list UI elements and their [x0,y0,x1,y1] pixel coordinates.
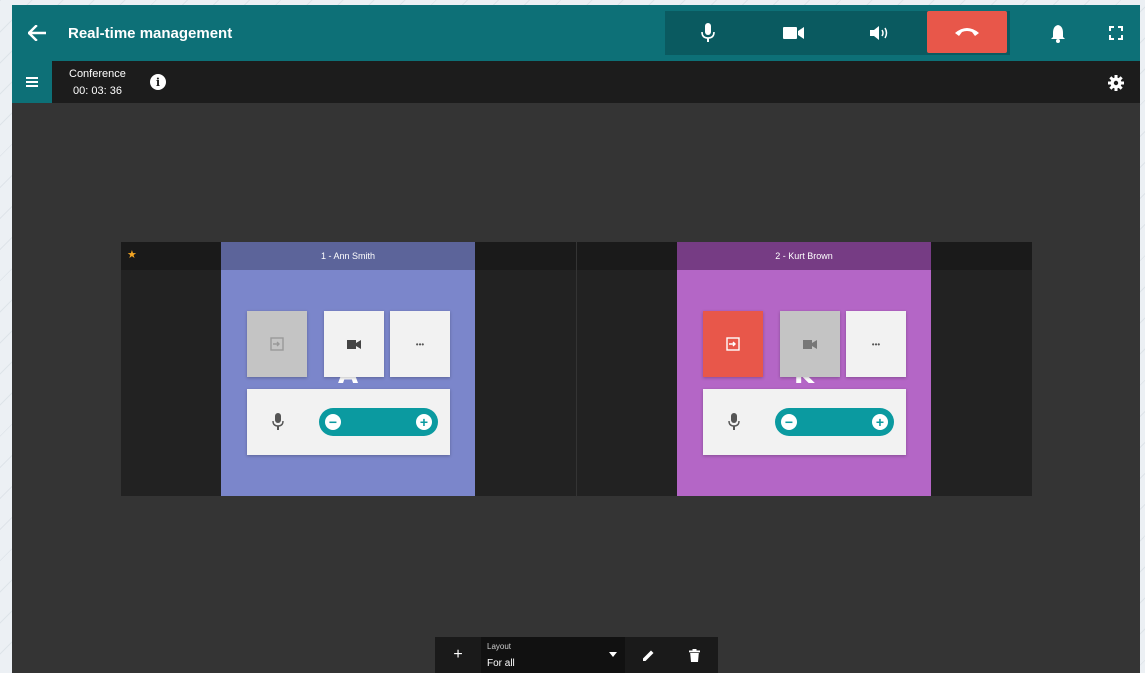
settings-button[interactable] [1107,74,1125,92]
microphone-button[interactable] [665,11,751,55]
trash-icon [689,648,700,662]
gear-icon [1108,75,1124,91]
camera-button[interactable] [751,11,837,55]
speaker-volume-icon [870,26,888,40]
volume-panel: − + [247,389,450,455]
participant-name: 1 - Ann Smith [221,242,475,270]
more-options-button[interactable]: ••• [846,311,906,377]
video-toggle-button[interactable] [324,311,384,377]
participant-video-area[interactable]: 2 - Kurt Brown K ••• [677,242,931,496]
app-window: Real-time management Conference 00: 03: … [12,5,1140,673]
microphone-icon[interactable] [271,413,285,431]
enter-icon [726,337,740,351]
layout-select-value: For all [487,658,515,669]
participant-video-area[interactable]: 1 - Ann Smith A ••• [221,242,475,496]
volume-slider[interactable]: − + [775,408,894,436]
volume-panel: − + [703,389,906,455]
layout-select[interactable]: Layout For all [481,637,625,673]
conference-timer: 00: 03: 36 [73,85,122,97]
more-options-button[interactable]: ••• [390,311,450,377]
speaker-button[interactable] [837,11,923,55]
participant-name: 2 - Kurt Brown [677,242,931,270]
participant-tile: 2 - Kurt Brown K ••• [577,242,1032,496]
delete-layout-button[interactable] [671,637,718,673]
volume-up-button[interactable]: + [872,414,888,430]
enter-icon [270,337,284,351]
list-icon [26,77,38,87]
top-bar: Real-time management [12,5,1140,61]
video-camera-icon [347,339,361,349]
microphone-icon [701,23,715,42]
volume-down-button[interactable]: − [325,414,341,430]
info-icon[interactable]: i [150,74,166,90]
video-camera-icon [803,339,817,349]
volume-down-button[interactable]: − [781,414,797,430]
microphone-icon[interactable] [727,413,741,431]
fullscreen-button[interactable] [1100,11,1132,55]
video-toggle-button[interactable] [780,311,840,377]
conference-label: Conference [69,68,126,80]
add-layout-button[interactable]: + [435,637,481,673]
hangup-button[interactable] [927,11,1007,53]
enter-button[interactable] [247,311,307,377]
notifications-button[interactable] [1042,11,1074,55]
edit-layout-button[interactable] [625,637,671,673]
star-icon: ★ [127,249,137,261]
page-title: Real-time management [68,24,233,42]
arrow-left-icon [28,25,46,41]
bell-icon [1051,24,1065,43]
layout-select-label: Layout [487,642,512,651]
pencil-icon [642,650,653,661]
volume-slider[interactable]: − + [319,408,438,436]
enter-button[interactable] [703,311,763,377]
chevron-down-icon [609,652,617,657]
layout-toolbar: + Layout For all [435,637,718,673]
list-button[interactable] [12,61,52,103]
phone-hangup-icon [955,28,979,36]
participant-tile: ★ 1 - Ann Smith A ••• [121,242,576,496]
back-button[interactable] [12,5,62,61]
conference-bar: Conference 00: 03: 36 i [12,61,1140,103]
video-camera-icon [783,27,804,39]
fullscreen-icon [1109,26,1123,40]
volume-up-button[interactable]: + [416,414,432,430]
